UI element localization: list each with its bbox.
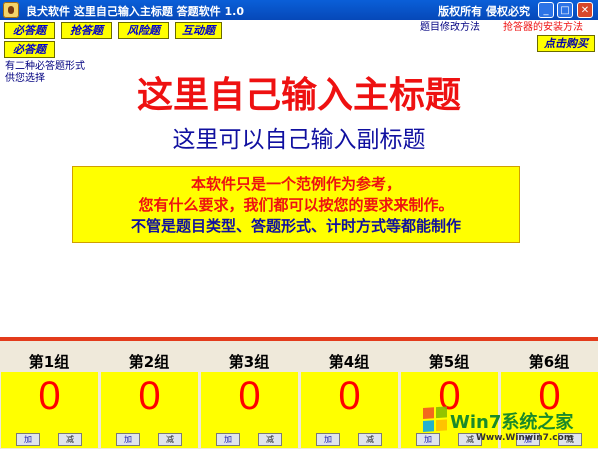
window-title: 良犬软件 这里自己输入主标题 答题软件 1.0	[26, 5, 244, 18]
app-dog-icon	[3, 2, 19, 18]
group-2-add-button[interactable]: 加	[116, 433, 140, 446]
buy-button[interactable]: 点击购买	[537, 35, 595, 52]
group-3-name: 第3组	[228, 353, 270, 371]
group-1-subtract-button[interactable]: 减	[58, 433, 82, 446]
info-box: 本软件只是一个范例作为参考， 您有什么要求，我们都可以按您的要求来制作。 不管是…	[72, 166, 520, 243]
menu-risk-question-button[interactable]: 风险题	[118, 22, 169, 39]
group-1-add-button[interactable]: 加	[16, 433, 40, 446]
watermark-title: Win7系统之家	[450, 412, 574, 433]
info-line-2: 您有什么要求，我们都可以按您的要求来制作。	[138, 196, 454, 214]
group-4-name: 第4组	[328, 353, 370, 371]
watermark-url: Www.Winwin7.com	[476, 433, 574, 443]
group-2-subtract-button[interactable]: 减	[158, 433, 182, 446]
install-method-link[interactable]: 抢答器的安装方法	[503, 18, 583, 33]
group-1-score: 0	[38, 374, 61, 418]
main-title: 这里自己输入主标题	[136, 74, 461, 116]
menu-interactive-button[interactable]: 互动题	[175, 22, 222, 39]
maximize-button[interactable]: □	[557, 2, 573, 18]
info-line-1: 本软件只是一个范例作为参考，	[190, 175, 401, 193]
info-line-3: 不管是题目类型、答题形式、计时方式等都能制作	[130, 217, 461, 235]
group-1-name: 第1组	[28, 353, 70, 371]
group-3-add-button[interactable]: 加	[216, 433, 240, 446]
group-4-score: 0	[338, 374, 361, 418]
menu-rush-answer-button[interactable]: 抢答题	[61, 22, 112, 39]
group-4-subtract-button[interactable]: 减	[358, 433, 382, 446]
copyright-text: 版权所有 侵权必究	[438, 5, 530, 18]
group-6-name: 第6组	[528, 353, 570, 371]
close-button[interactable]: ✕	[577, 2, 593, 18]
menu-required-answer-button[interactable]: 必答题	[4, 22, 55, 39]
menu-required-answer-2-button[interactable]: 必答题	[4, 41, 55, 58]
group-3-subtract-button[interactable]: 减	[258, 433, 282, 446]
sub-title: 这里可以自己输入副标题	[172, 127, 426, 153]
minimize-button[interactable]: _	[538, 2, 554, 18]
window-titlebar: 良犬软件 这里自己输入主标题 答题软件 1.0 版权所有 侵权必究 _ □ ✕	[0, 0, 598, 20]
group-2-name: 第2组	[128, 353, 170, 371]
group-2-score: 0	[138, 374, 161, 418]
group-5-name: 第5组	[428, 353, 470, 371]
edit-method-link[interactable]: 题目修改方法	[420, 18, 480, 33]
group-3-score: 0	[238, 374, 261, 418]
group-4-add-button[interactable]: 加	[316, 433, 340, 446]
